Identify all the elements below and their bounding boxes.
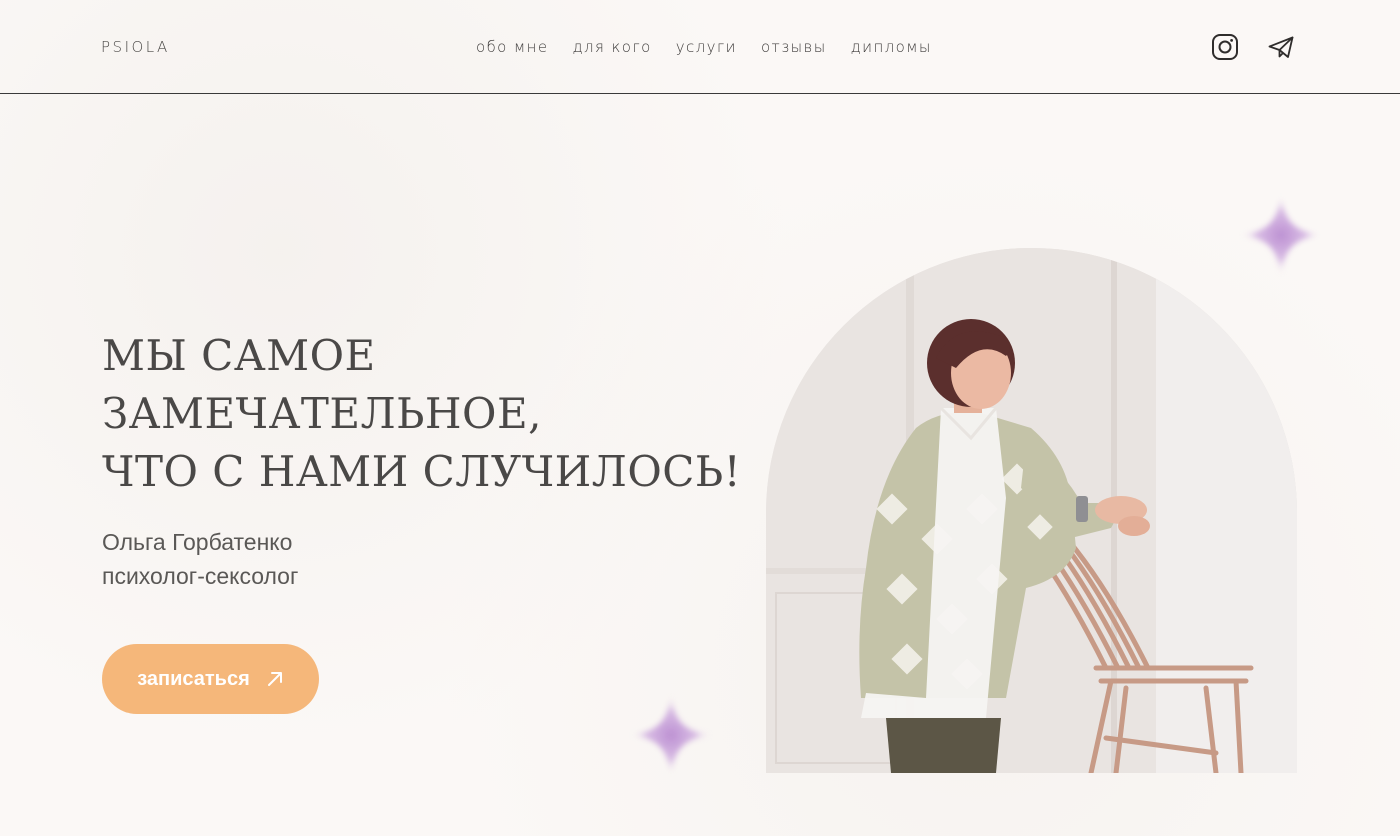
site-header: PSIOLA обо мне для кого услуги отзывы ди… bbox=[0, 0, 1400, 94]
signup-button-label: записаться bbox=[137, 667, 250, 690]
portrait-illustration bbox=[766, 248, 1297, 773]
hero-headline: МЫ САМОЕ ЗАМЕЧАТЕЛЬНОЕ, ЧТО С НАМИ СЛУЧИ… bbox=[102, 327, 741, 501]
hero-photo bbox=[766, 248, 1297, 773]
sparkle-decoration bbox=[1241, 195, 1321, 275]
nav-item-for-whom[interactable]: для кого bbox=[572, 38, 651, 56]
social-links bbox=[1211, 33, 1295, 61]
sparkle-decoration bbox=[631, 695, 711, 775]
instagram-icon[interactable] bbox=[1211, 33, 1239, 61]
nav-item-services[interactable]: услуги bbox=[676, 38, 737, 56]
page: PSIOLA обо мне для кого услуги отзывы ди… bbox=[0, 0, 1400, 836]
nav-item-about[interactable]: обо мне bbox=[476, 38, 548, 56]
signup-button[interactable]: записаться bbox=[102, 644, 319, 714]
nav-item-reviews[interactable]: отзывы bbox=[761, 38, 827, 56]
logo[interactable]: PSIOLA bbox=[101, 38, 170, 56]
person-name: Ольга Горбатенко bbox=[102, 529, 293, 555]
arrow-up-right-icon bbox=[267, 672, 282, 686]
telegram-icon[interactable] bbox=[1267, 33, 1295, 61]
main-nav: обо мне для кого услуги отзывы дипломы bbox=[476, 38, 956, 56]
hero-headline-line: ЧТО С НАМИ СЛУЧИЛОСЬ! bbox=[102, 447, 742, 496]
person-role: психолог-сексолог bbox=[102, 563, 299, 589]
nav-item-diplomas[interactable]: дипломы bbox=[851, 38, 932, 56]
hero-headline-line: МЫ САМОЕ bbox=[102, 331, 376, 380]
hero-headline-line: ЗАМЕЧАТЕЛЬНОЕ, bbox=[102, 389, 543, 438]
